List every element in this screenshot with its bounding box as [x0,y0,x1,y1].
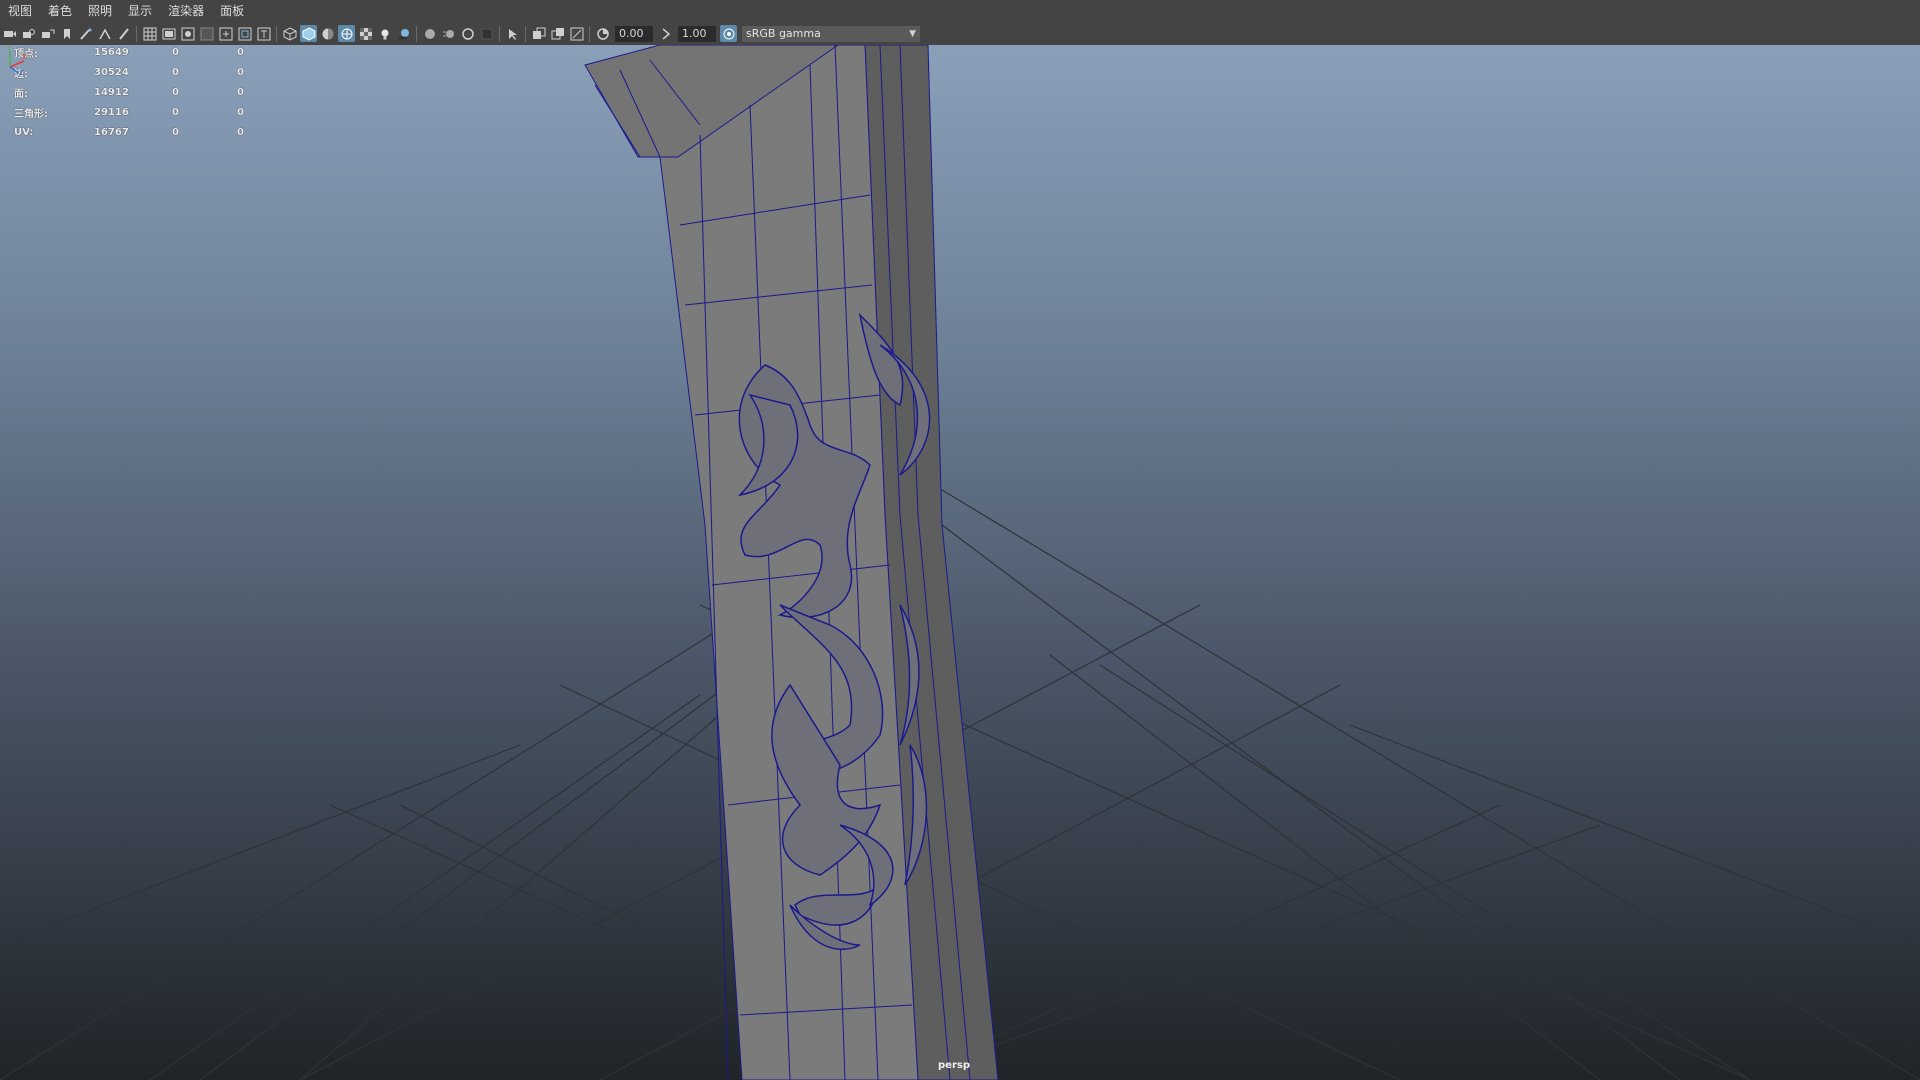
hud-row-vertices: 顶点: 15649 0 0 [14,46,244,60]
axis-z-label: Z [19,69,24,75]
toolbar-separator [276,25,277,42]
safe-title-icon[interactable] [255,25,272,42]
gate-mask-icon[interactable] [198,25,215,42]
hud-row-faces: 面: 14912 0 0 [14,86,244,100]
exposure-icon[interactable] [594,25,611,42]
toolbar-separator [525,25,526,42]
depth-of-field-icon[interactable] [478,25,495,42]
menu-view[interactable]: 视图 [0,0,40,22]
hud-row-triangles: 三角形: 29116 0 0 [14,106,244,120]
toolbar-separator [136,25,137,42]
3d-viewport[interactable]: 顶点: 15649 0 0 边: 30524 0 0 面: 14912 0 0 … [0,45,1920,1080]
view-transform-value: sRGB gamma [746,27,821,40]
viewport-scene [0,45,1920,1080]
menu-panels[interactable]: 面板 [212,0,252,22]
toolbar-separator [416,25,417,42]
grease-pencil-icon[interactable] [77,25,94,42]
xray-joints-icon[interactable] [568,25,585,42]
anti-aliasing-icon[interactable] [459,25,476,42]
hud-row-edges: 边: 30524 0 0 [14,66,244,80]
wireframe-shading-icon[interactable] [281,25,298,42]
gamma-field[interactable] [678,25,716,42]
xray-active-components-icon[interactable] [549,25,566,42]
chevron-down-icon: ▼ [909,28,916,39]
color-management-icon[interactable] [720,25,737,42]
panel-menu-bar: 视图 着色 照明 显示 渲染器 面板 [0,0,1920,23]
safe-action-icon[interactable] [236,25,253,42]
menu-renderer[interactable]: 渲染器 [160,0,212,22]
film-gate-icon[interactable] [160,25,177,42]
field-chart-icon[interactable] [217,25,234,42]
grid-toggle-icon[interactable] [141,25,158,42]
exposure-field[interactable] [615,25,653,42]
use-all-lights-icon[interactable] [376,25,393,42]
xray-icon[interactable] [530,25,547,42]
axis-x-label: X [22,53,27,61]
toolbar-separator [589,25,590,42]
brush-tool-icon[interactable] [115,25,132,42]
view-transform-select[interactable]: sRGB gamma ▼ [742,25,920,42]
textured-icon[interactable] [357,25,374,42]
menu-shading[interactable]: 着色 [40,0,80,22]
motion-blur-icon[interactable] [440,25,457,42]
screen-space-ao-icon[interactable] [421,25,438,42]
shadows-icon[interactable] [395,25,412,42]
2d-pan-zoom-icon[interactable] [96,25,113,42]
default-material-icon[interactable] [319,25,336,42]
camera-attributes-icon[interactable] [20,25,37,42]
bookmarks-icon[interactable] [39,25,56,42]
image-plane-icon[interactable] [58,25,75,42]
toolbar-separator [499,25,500,42]
camera-name-label: persp [938,1060,970,1071]
resolution-gate-icon[interactable] [179,25,196,42]
menu-show[interactable]: 显示 [120,0,160,22]
isolate-select-icon[interactable] [504,25,521,42]
poly-count-hud: 顶点: 15649 0 0 边: 30524 0 0 面: 14912 0 0 … [14,45,277,142]
panel-toolbar: sRGB gamma ▼ [0,22,1920,46]
smooth-shade-icon[interactable] [300,25,317,42]
select-camera-icon[interactable] [1,25,18,42]
gamma-icon[interactable] [657,25,674,42]
axis-y-label: Y [6,45,12,53]
view-axis-icon: Y X Z [6,45,27,75]
wireframe-on-shaded-icon[interactable] [338,25,355,42]
menu-lighting[interactable]: 照明 [80,0,120,22]
hud-row-uvs: UV: 16767 0 0 [14,126,244,138]
